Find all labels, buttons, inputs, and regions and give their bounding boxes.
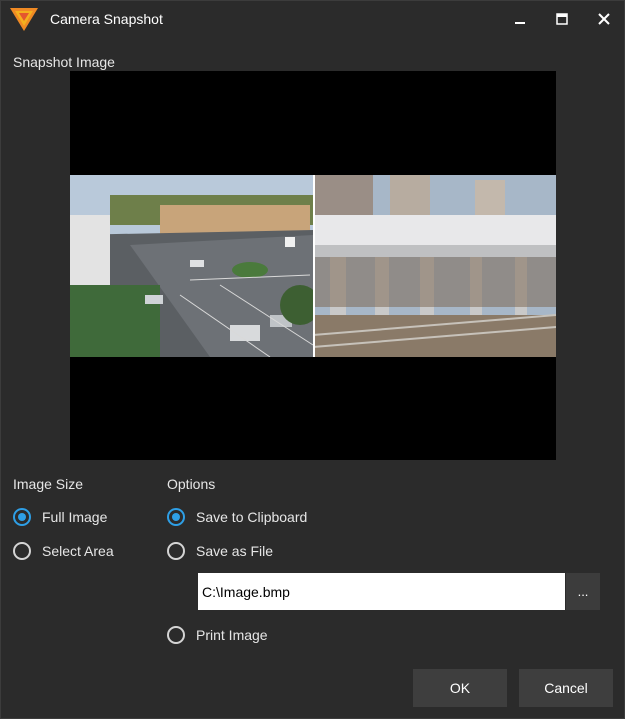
- cancel-button[interactable]: Cancel: [519, 669, 613, 707]
- ok-button[interactable]: OK: [413, 669, 507, 707]
- save-to-clipboard-label: Save to Clipboard: [196, 509, 308, 525]
- image-size-label: Image Size: [13, 476, 84, 492]
- close-button[interactable]: [583, 1, 625, 38]
- select-area-label: Select Area: [42, 543, 114, 559]
- camera-snapshot-image: [70, 175, 556, 357]
- save-to-clipboard-radio[interactable]: Save to Clipboard: [167, 506, 307, 528]
- save-as-file-label: Save as File: [196, 543, 274, 559]
- maximize-button[interactable]: [541, 1, 583, 38]
- maximize-icon: [556, 13, 568, 25]
- print-image-radio[interactable]: Print Image: [167, 624, 268, 646]
- app-logo-icon: [10, 8, 38, 31]
- window-title: Camera Snapshot: [50, 11, 163, 27]
- save-as-file-radio[interactable]: Save as File: [167, 540, 273, 562]
- snapshot-preview: [70, 71, 556, 460]
- radio-unchecked-icon: [167, 542, 185, 560]
- options-label: Options: [167, 476, 216, 492]
- title-bar: Camera Snapshot: [1, 1, 624, 38]
- close-icon: [598, 13, 610, 25]
- full-image-label: Full Image: [42, 509, 108, 525]
- minimize-icon: [515, 22, 525, 24]
- minimize-button[interactable]: [499, 1, 541, 38]
- select-area-radio[interactable]: Select Area: [13, 540, 114, 562]
- radio-unchecked-icon: [167, 626, 185, 644]
- browse-button[interactable]: ...: [566, 573, 600, 610]
- radio-checked-icon: [13, 508, 31, 526]
- full-image-radio[interactable]: Full Image: [13, 506, 107, 528]
- camera-snapshot-window: Camera Snapshot Snapshot Image Image Siz…: [0, 0, 625, 719]
- radio-checked-icon: [167, 508, 185, 526]
- radio-unchecked-icon: [13, 542, 31, 560]
- file-path-input[interactable]: [198, 573, 565, 610]
- snapshot-image-label: Snapshot Image: [13, 54, 115, 70]
- print-image-label: Print Image: [196, 627, 268, 643]
